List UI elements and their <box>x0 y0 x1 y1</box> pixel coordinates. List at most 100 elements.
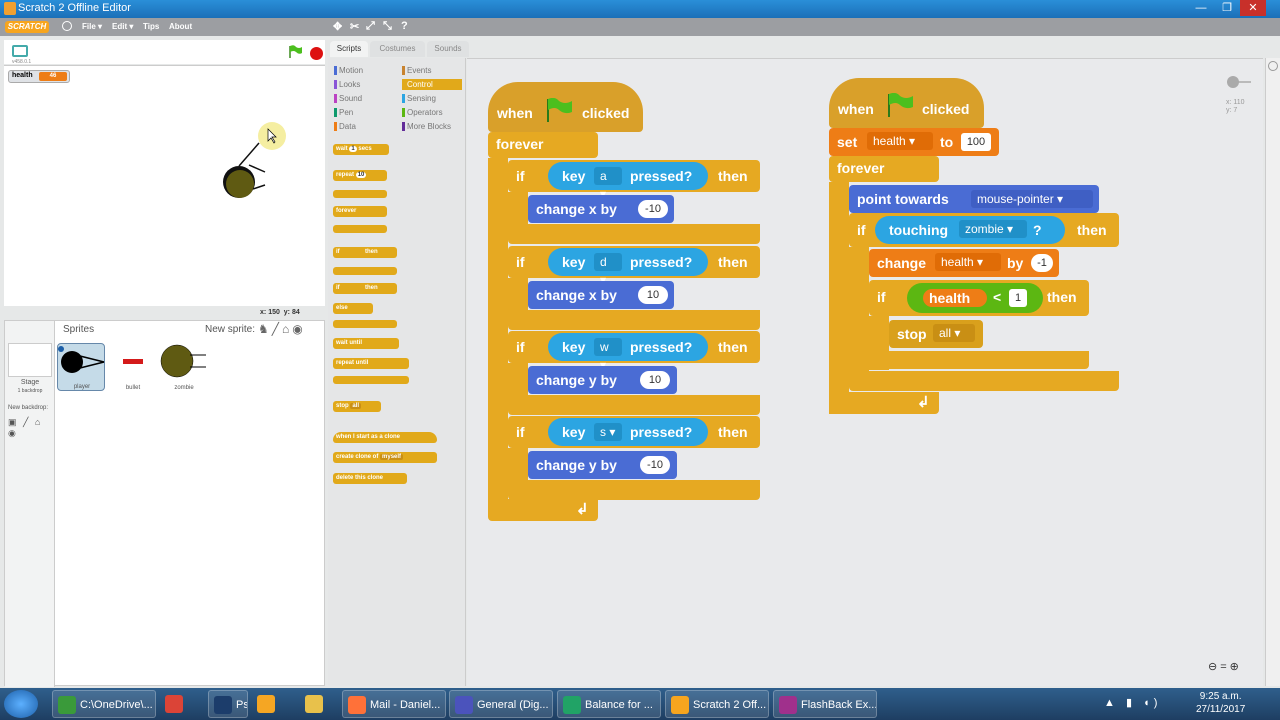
palette-clone-hat-block[interactable]: when I start as a clone <box>333 432 437 443</box>
taskbar-item[interactable] <box>300 690 340 718</box>
if-key-pressed-block[interactable]: if key s ▾ pressed? then <box>508 416 760 448</box>
palette-if-else-block[interactable]: if then <box>333 283 397 294</box>
key-dropdown[interactable]: a ▾ <box>594 167 622 201</box>
tab-sounds[interactable]: Sounds <box>427 41 469 57</box>
key-pressed-condition[interactable]: key w ▾ pressed? <box>548 333 708 372</box>
set-value-input[interactable]: 100 <box>961 133 991 151</box>
health-variable-monitor[interactable]: health 46 <box>8 70 70 83</box>
taskbar-item[interactable] <box>252 690 292 718</box>
stage-thumbnail[interactable] <box>8 343 52 377</box>
forever-block[interactable]: forever <box>488 132 598 158</box>
zoom-out-icon[interactable]: ⊖ <box>1208 661 1220 673</box>
change-x-block[interactable]: change x by 10 <box>528 281 674 309</box>
key-dropdown[interactable]: d ▾ <box>594 253 622 287</box>
windows-start-icon[interactable] <box>4 690 38 718</box>
if-key-pressed-block[interactable]: if key a ▾ pressed? then <box>508 160 760 201</box>
grow-icon[interactable]: ⤢ <box>366 20 375 33</box>
category-operators[interactable]: Operators <box>402 107 443 118</box>
menu-about[interactable]: About <box>169 22 192 31</box>
key-pressed-condition[interactable]: key d ▾ pressed? <box>548 248 708 287</box>
sprite-tile-player[interactable]: player <box>57 343 105 391</box>
compare-value-input[interactable]: 1 <box>1009 289 1027 307</box>
change-value-input[interactable]: -1 <box>1031 254 1053 272</box>
duplicate-icon[interactable]: ✥ <box>333 20 342 33</box>
shrink-icon[interactable]: ⤡ <box>383 20 392 33</box>
palette-if-then-block[interactable]: if then <box>333 247 397 258</box>
category-looks[interactable]: Looks <box>334 79 360 90</box>
player-sprite[interactable] <box>209 121 299 211</box>
taskbar-item[interactable]: Mail - Daniel... <box>342 690 446 718</box>
point-target-dropdown[interactable]: mouse-pointer ▾ <box>971 190 1093 208</box>
palette-wait-until-block[interactable]: wait until <box>333 338 399 349</box>
when-flag-clicked-hat[interactable]: when clicked <box>829 78 984 128</box>
palette-stop-block[interactable]: stop all <box>333 401 381 412</box>
scripts-area[interactable]: when clicked forever ↲ if key a ▾ pressed? t… <box>467 58 1263 686</box>
key-pressed-condition[interactable]: key a ▾ pressed? <box>548 162 708 201</box>
touching-condition[interactable]: touching zombie ▾ ? <box>875 216 1065 244</box>
stop-all-block[interactable]: stop all ▾ <box>889 320 983 348</box>
new-sprite-tools[interactable]: ♞╱⌂◉ <box>258 322 306 336</box>
compare-variable[interactable]: health <box>923 289 987 307</box>
zoom-in-icon[interactable]: ⊕ <box>1230 661 1242 673</box>
change-value-input[interactable]: 10 <box>638 286 668 304</box>
set-health-block[interactable]: set health ▾ to 100 <box>829 128 999 156</box>
palette-repeat-block[interactable]: repeat 10 <box>333 170 387 181</box>
forever-block[interactable]: forever <box>829 156 939 182</box>
taskbar-item[interactable]: Balance for ... <box>557 690 661 718</box>
backdrop-tools[interactable]: ▣ ╱ ⌂ ◉ <box>8 417 54 439</box>
change-y-block[interactable]: change y by -10 <box>528 451 677 479</box>
menu-tips[interactable]: Tips <box>143 22 159 31</box>
category-events[interactable]: Events <box>402 65 431 76</box>
if-touching-block[interactable]: if touching zombie ▾ ? then <box>849 213 1119 247</box>
fullscreen-icon[interactable] <box>12 45 28 57</box>
category-sound[interactable]: Sound <box>334 93 362 104</box>
zoom-controls[interactable]: ⊖=⊕ <box>1208 660 1242 673</box>
change-value-input[interactable]: 10 <box>640 371 670 389</box>
stop-option-dropdown[interactable]: all ▾ <box>933 324 975 342</box>
palette-forever-block[interactable]: forever <box>333 206 387 217</box>
scratch-logo[interactable]: SCRATCH <box>5 21 49 33</box>
scroll-thumb[interactable] <box>1268 61 1278 71</box>
green-flag-icon[interactable] <box>288 45 302 58</box>
if-key-pressed-block[interactable]: if key d ▾ pressed? then <box>508 246 760 287</box>
menu-edit[interactable]: Edit ▾ <box>112 22 133 31</box>
language-globe-icon[interactable] <box>62 21 72 31</box>
palette-create-clone-block[interactable]: create clone of myself <box>333 452 437 463</box>
category-motion[interactable]: Motion <box>334 65 363 76</box>
category-control[interactable]: Control <box>402 79 462 90</box>
when-flag-clicked-hat[interactable]: when clicked <box>488 82 643 132</box>
taskbar-item[interactable]: Scratch 2 Off... <box>665 690 769 718</box>
if-key-pressed-block[interactable]: if key w ▾ pressed? then <box>508 331 760 372</box>
category-sensing[interactable]: Sensing <box>402 93 436 104</box>
stage-canvas[interactable]: health 46 <box>4 65 325 306</box>
close-button[interactable]: ✕ <box>1240 0 1266 16</box>
taskbar-item[interactable]: FlashBack Ex... <box>773 690 877 718</box>
taskbar-clock[interactable]: 9:25 a.m. 27/11/2017 <box>1196 690 1245 716</box>
sprite-tile-zombie[interactable]: zombie <box>160 343 208 391</box>
set-variable-dropdown[interactable]: health ▾ <box>867 132 933 150</box>
change-variable-dropdown[interactable]: health ▾ <box>935 253 1001 271</box>
key-dropdown[interactable]: s ▾ <box>594 423 622 441</box>
category-pen[interactable]: Pen <box>334 107 353 118</box>
stop-icon[interactable] <box>310 47 323 60</box>
taskbar-item[interactable] <box>160 690 200 718</box>
change-y-block[interactable]: change y by 10 <box>528 366 677 394</box>
system-tray[interactable]: ▲ ▮ ◖) <box>1104 696 1161 709</box>
taskbar-item[interactable]: General (Dig... <box>449 690 553 718</box>
cut-icon[interactable]: ✂ <box>350 20 359 33</box>
vertical-scrollbar[interactable] <box>1265 58 1280 686</box>
if-health-block[interactable]: if health < 1 then <box>869 280 1089 316</box>
taskbar-item[interactable]: C:\OneDrive\... <box>52 690 156 718</box>
category-more-blocks[interactable]: More Blocks <box>402 121 451 132</box>
palette-wait-block[interactable]: wait 1 secs <box>333 144 389 155</box>
taskbar-item[interactable]: Ps <box>208 690 248 718</box>
change-value-input[interactable]: -10 <box>640 456 670 474</box>
key-pressed-condition[interactable]: key s ▾ pressed? <box>548 418 708 446</box>
key-dropdown[interactable]: w ▾ <box>594 338 622 372</box>
change-value-input[interactable]: -10 <box>638 200 668 218</box>
minimize-button[interactable]: — <box>1188 0 1214 16</box>
palette-repeat-until-block[interactable]: repeat until <box>333 358 409 369</box>
help-icon[interactable]: ? <box>401 20 408 32</box>
tab-costumes[interactable]: Costumes <box>370 41 425 57</box>
maximize-button[interactable]: ❐ <box>1214 0 1240 16</box>
